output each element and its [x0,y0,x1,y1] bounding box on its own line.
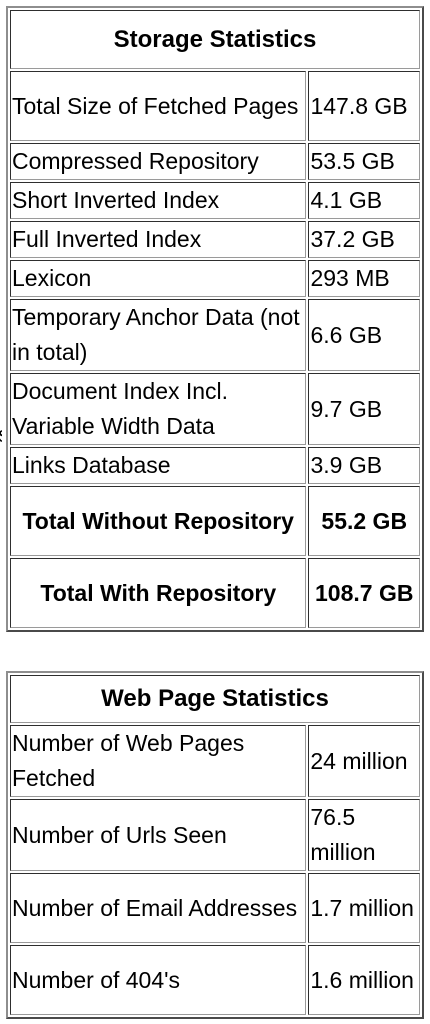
row-label: Number of Web Pages Fetched [10,725,307,797]
row-label: Number of Email Addresses [10,873,307,943]
row-label: Lexicon [10,260,307,297]
row-label: Document Index Incl. Variable Width Data [10,373,307,445]
total-label: Total With Repository [10,558,307,628]
row-label: Number of Urls Seen [10,799,307,871]
row-value: 1.7 million [308,873,420,943]
row-label: Compressed Repository [10,143,307,180]
row-label: Temporary Anchor Data (not in total) [10,299,307,371]
stray-glyph: s [0,422,2,448]
table-row: Temporary Anchor Data (not in total) 6.6… [10,299,420,371]
table-header-row: Storage Statistics [10,10,420,69]
row-value: 6.6 GB [308,299,420,371]
row-value: 9.7 GB [308,373,420,445]
table-row: Total Size of Fetched Pages 147.8 GB [10,71,420,141]
total-row: Total With Repository 108.7 GB [10,558,420,628]
table-row: Document Index Incl. Variable Width Data… [10,373,420,445]
row-value: 293 MB [308,260,420,297]
web-page-statistics-table: Web Page Statistics Number of Web Pages … [6,671,424,1019]
table-header-row: Web Page Statistics [10,675,420,723]
row-label: Links Database [10,447,307,484]
row-value: 1.6 million [308,945,420,1015]
table-row: Full Inverted Index 37.2 GB [10,221,420,258]
row-value: 37.2 GB [308,221,420,258]
total-value: 55.2 GB [308,486,420,556]
table-row: Number of 404's 1.6 million [10,945,420,1015]
row-value: 76.5 million [308,799,420,871]
table-row: Number of Urls Seen 76.5 million [10,799,420,871]
row-value: 147.8 GB [308,71,420,141]
row-label: Short Inverted Index [10,182,307,219]
table-title: Web Page Statistics [10,675,420,723]
total-label: Total Without Repository [10,486,307,556]
table-row: Number of Email Addresses 1.7 million [10,873,420,943]
table-row: Number of Web Pages Fetched 24 million [10,725,420,797]
row-label: Number of 404's [10,945,307,1015]
row-value: 3.9 GB [308,447,420,484]
row-label: Full Inverted Index [10,221,307,258]
row-label: Total Size of Fetched Pages [10,71,307,141]
total-row: Total Without Repository 55.2 GB [10,486,420,556]
table-row: Links Database 3.9 GB [10,447,420,484]
total-value: 108.7 GB [308,558,420,628]
storage-statistics-table: Storage Statistics Total Size of Fetched… [6,6,424,632]
row-value: 53.5 GB [308,143,420,180]
row-value: 4.1 GB [308,182,420,219]
table-title: Storage Statistics [10,10,420,69]
table-row: Lexicon 293 MB [10,260,420,297]
row-value: 24 million [308,725,420,797]
table-row: Short Inverted Index 4.1 GB [10,182,420,219]
table-row: Compressed Repository 53.5 GB [10,143,420,180]
